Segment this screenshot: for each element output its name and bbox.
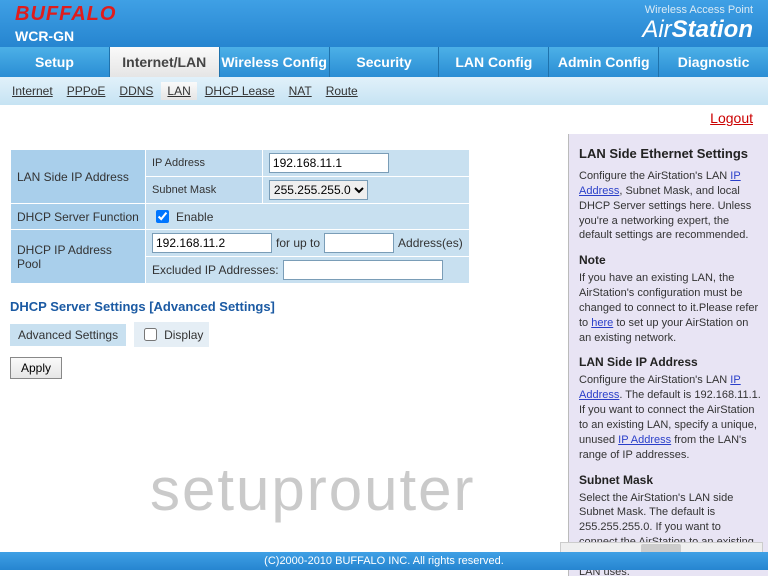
tab-internet-lan[interactable]: Internet/LAN [109,47,219,77]
label-ip-address: IP Address [146,150,263,177]
logo: BUFFALO [15,3,642,26]
help-link-ip3[interactable]: IP Address [618,434,671,446]
help-h3: Subnet Mask [579,473,762,487]
subnav-lan[interactable]: LAN [161,82,196,100]
label-advanced-settings: Advanced Settings [10,324,126,346]
help-note-h: Note [579,253,762,267]
header-bar: BUFFALO WCR-GN Wireless Access Point Air… [0,0,768,47]
tab-admin-config[interactable]: Admin Config [548,47,658,77]
subnav-pppoe[interactable]: PPPoE [61,82,112,100]
help-link-here[interactable]: here [591,317,613,329]
tab-wireless-config[interactable]: Wireless Config [219,47,329,77]
apply-button[interactable]: Apply [10,357,62,379]
tab-lan-config[interactable]: LAN Config [438,47,548,77]
subnav-ddns[interactable]: DDNS [113,82,159,100]
tab-security[interactable]: Security [329,47,439,77]
tagline: Wireless Access Point [642,4,753,16]
brand: AirStation [642,16,753,44]
footer: (C)2000-2010 BUFFALO INC. All rights res… [0,552,768,570]
label-subnet-mask: Subnet Mask [146,177,263,204]
section-title-dhcp-advanced: DHCP Server Settings [Advanced Settings] [10,299,558,314]
model-name: WCR-GN [15,28,642,44]
logout-bar: Logout [0,105,768,134]
watermark: setuprouter [150,455,476,524]
subnav-route[interactable]: Route [320,82,364,100]
main-tabbar: Setup Internet/LAN Wireless Config Secur… [0,47,768,77]
label-lan-ip: LAN Side IP Address [11,150,146,204]
label-dhcp-server: DHCP Server Function [11,204,146,230]
tab-diagnostic[interactable]: Diagnostic [658,47,768,77]
subnav-internet[interactable]: Internet [6,82,59,100]
help-p1: Configure the AirStation's LAN IP Addres… [579,169,762,243]
label-dhcp-pool: DHCP IP Address Pool [11,230,146,284]
help-h2: LAN Side IP Address [579,355,762,369]
config-table: LAN Side IP Address IP Address Subnet Ma… [10,149,470,284]
sub-navbar: Internet PPPoE DDNS LAN DHCP Lease NAT R… [0,77,768,105]
label-for-up-to: for up to [276,236,320,250]
help-h1: LAN Side Ethernet Settings [579,146,762,161]
input-pool-start[interactable] [152,233,272,253]
logout-link[interactable]: Logout [710,110,753,126]
label-excluded-ip: Excluded IP Addresses: [152,263,279,277]
label-display: Display [164,328,203,342]
subnav-dhcp-lease[interactable]: DHCP Lease [199,82,281,100]
help-note: If you have an existing LAN, the AirStat… [579,271,762,345]
tab-setup[interactable]: Setup [0,47,109,77]
checkbox-display-advanced[interactable] [144,328,157,341]
checkbox-dhcp-enable[interactable] [156,210,169,223]
label-enable: Enable [176,210,213,224]
subnav-nat[interactable]: NAT [283,82,318,100]
label-addresses: Address(es) [398,236,463,250]
select-subnet-mask[interactable]: 255.255.255.0 [269,180,368,200]
input-pool-count[interactable] [324,233,394,253]
input-ip-address[interactable] [269,153,389,173]
help-p2: Configure the AirStation's LAN IP Addres… [579,373,762,462]
input-excluded-ip[interactable] [283,260,443,280]
help-panel[interactable]: LAN Side Ethernet Settings Configure the… [568,134,768,576]
